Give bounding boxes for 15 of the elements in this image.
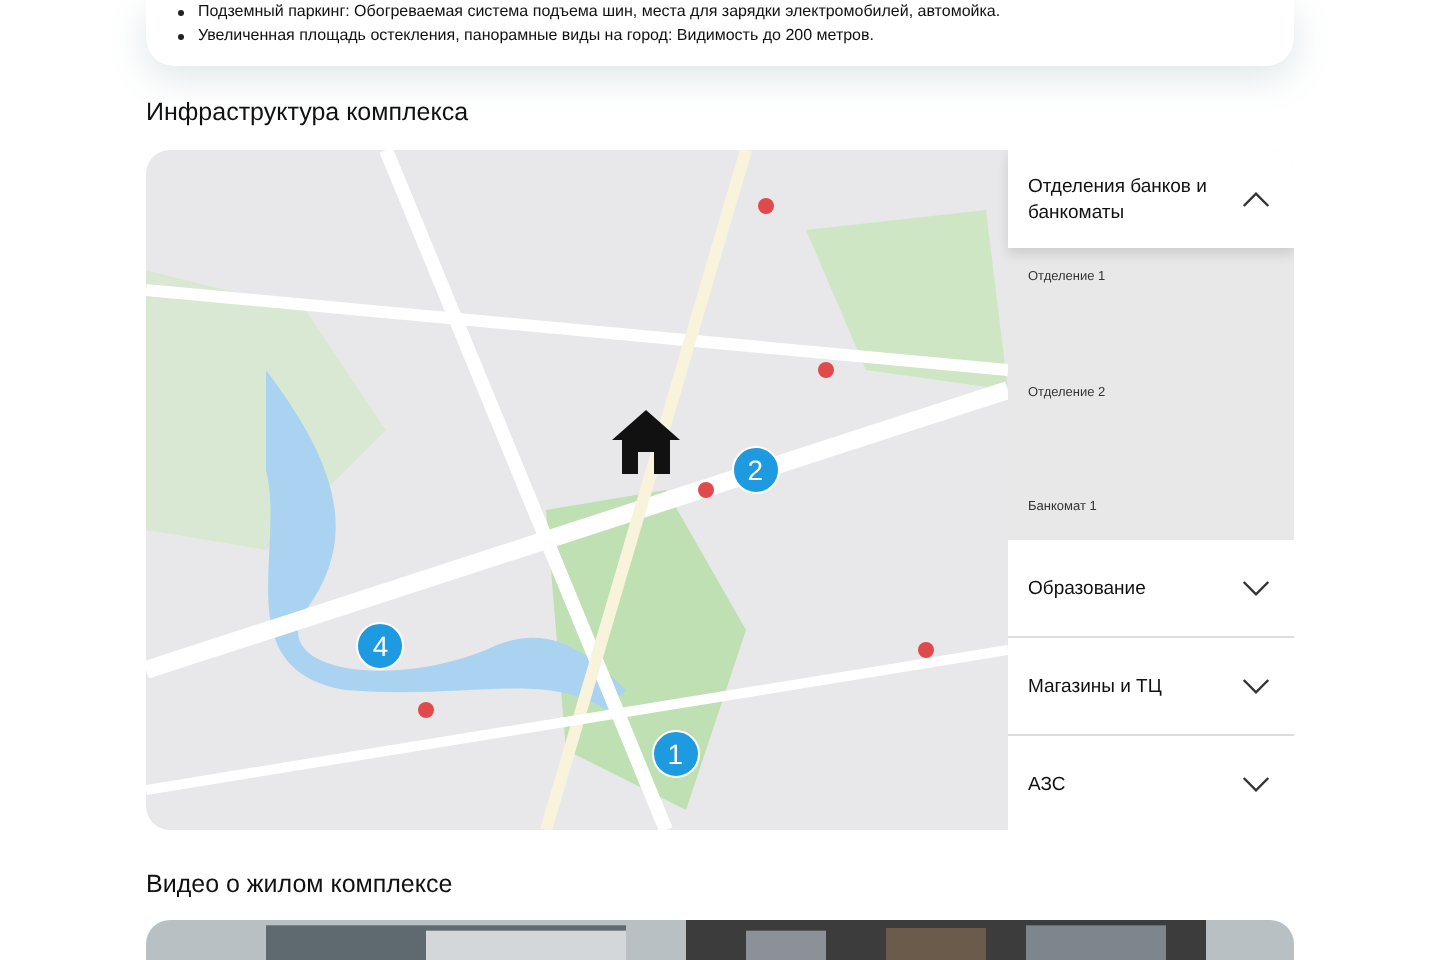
chevron-down-icon <box>1242 775 1270 793</box>
chevron-down-icon <box>1242 579 1270 597</box>
category-header[interactable]: Магазины и ТЦ <box>1008 638 1294 736</box>
section-title: Видео о жилом комплексе <box>146 870 455 898</box>
bullet-icon <box>178 33 184 39</box>
section-title: Инфраструктура комплекса <box>146 98 471 126</box>
category-header[interactable]: Отделения банков и банкоматы <box>1008 150 1294 248</box>
chevron-up-icon <box>1242 190 1270 208</box>
category-header[interactable]: АЗС <box>1008 736 1294 830</box>
feature-text: Подземный паркинг: Обогреваемая система подъема шин, места для зарядки электромобилей, автомойка. <box>198 0 1001 24</box>
feature-text: Увеличенная площадь остекления, панорамные виды на город: Видимость до 200 метров. <box>198 24 874 48</box>
category-header[interactable]: Образование <box>1008 540 1294 638</box>
chevron-down-icon <box>1242 677 1270 695</box>
bullet-icon <box>178 9 184 15</box>
house-icon[interactable] <box>609 408 682 477</box>
